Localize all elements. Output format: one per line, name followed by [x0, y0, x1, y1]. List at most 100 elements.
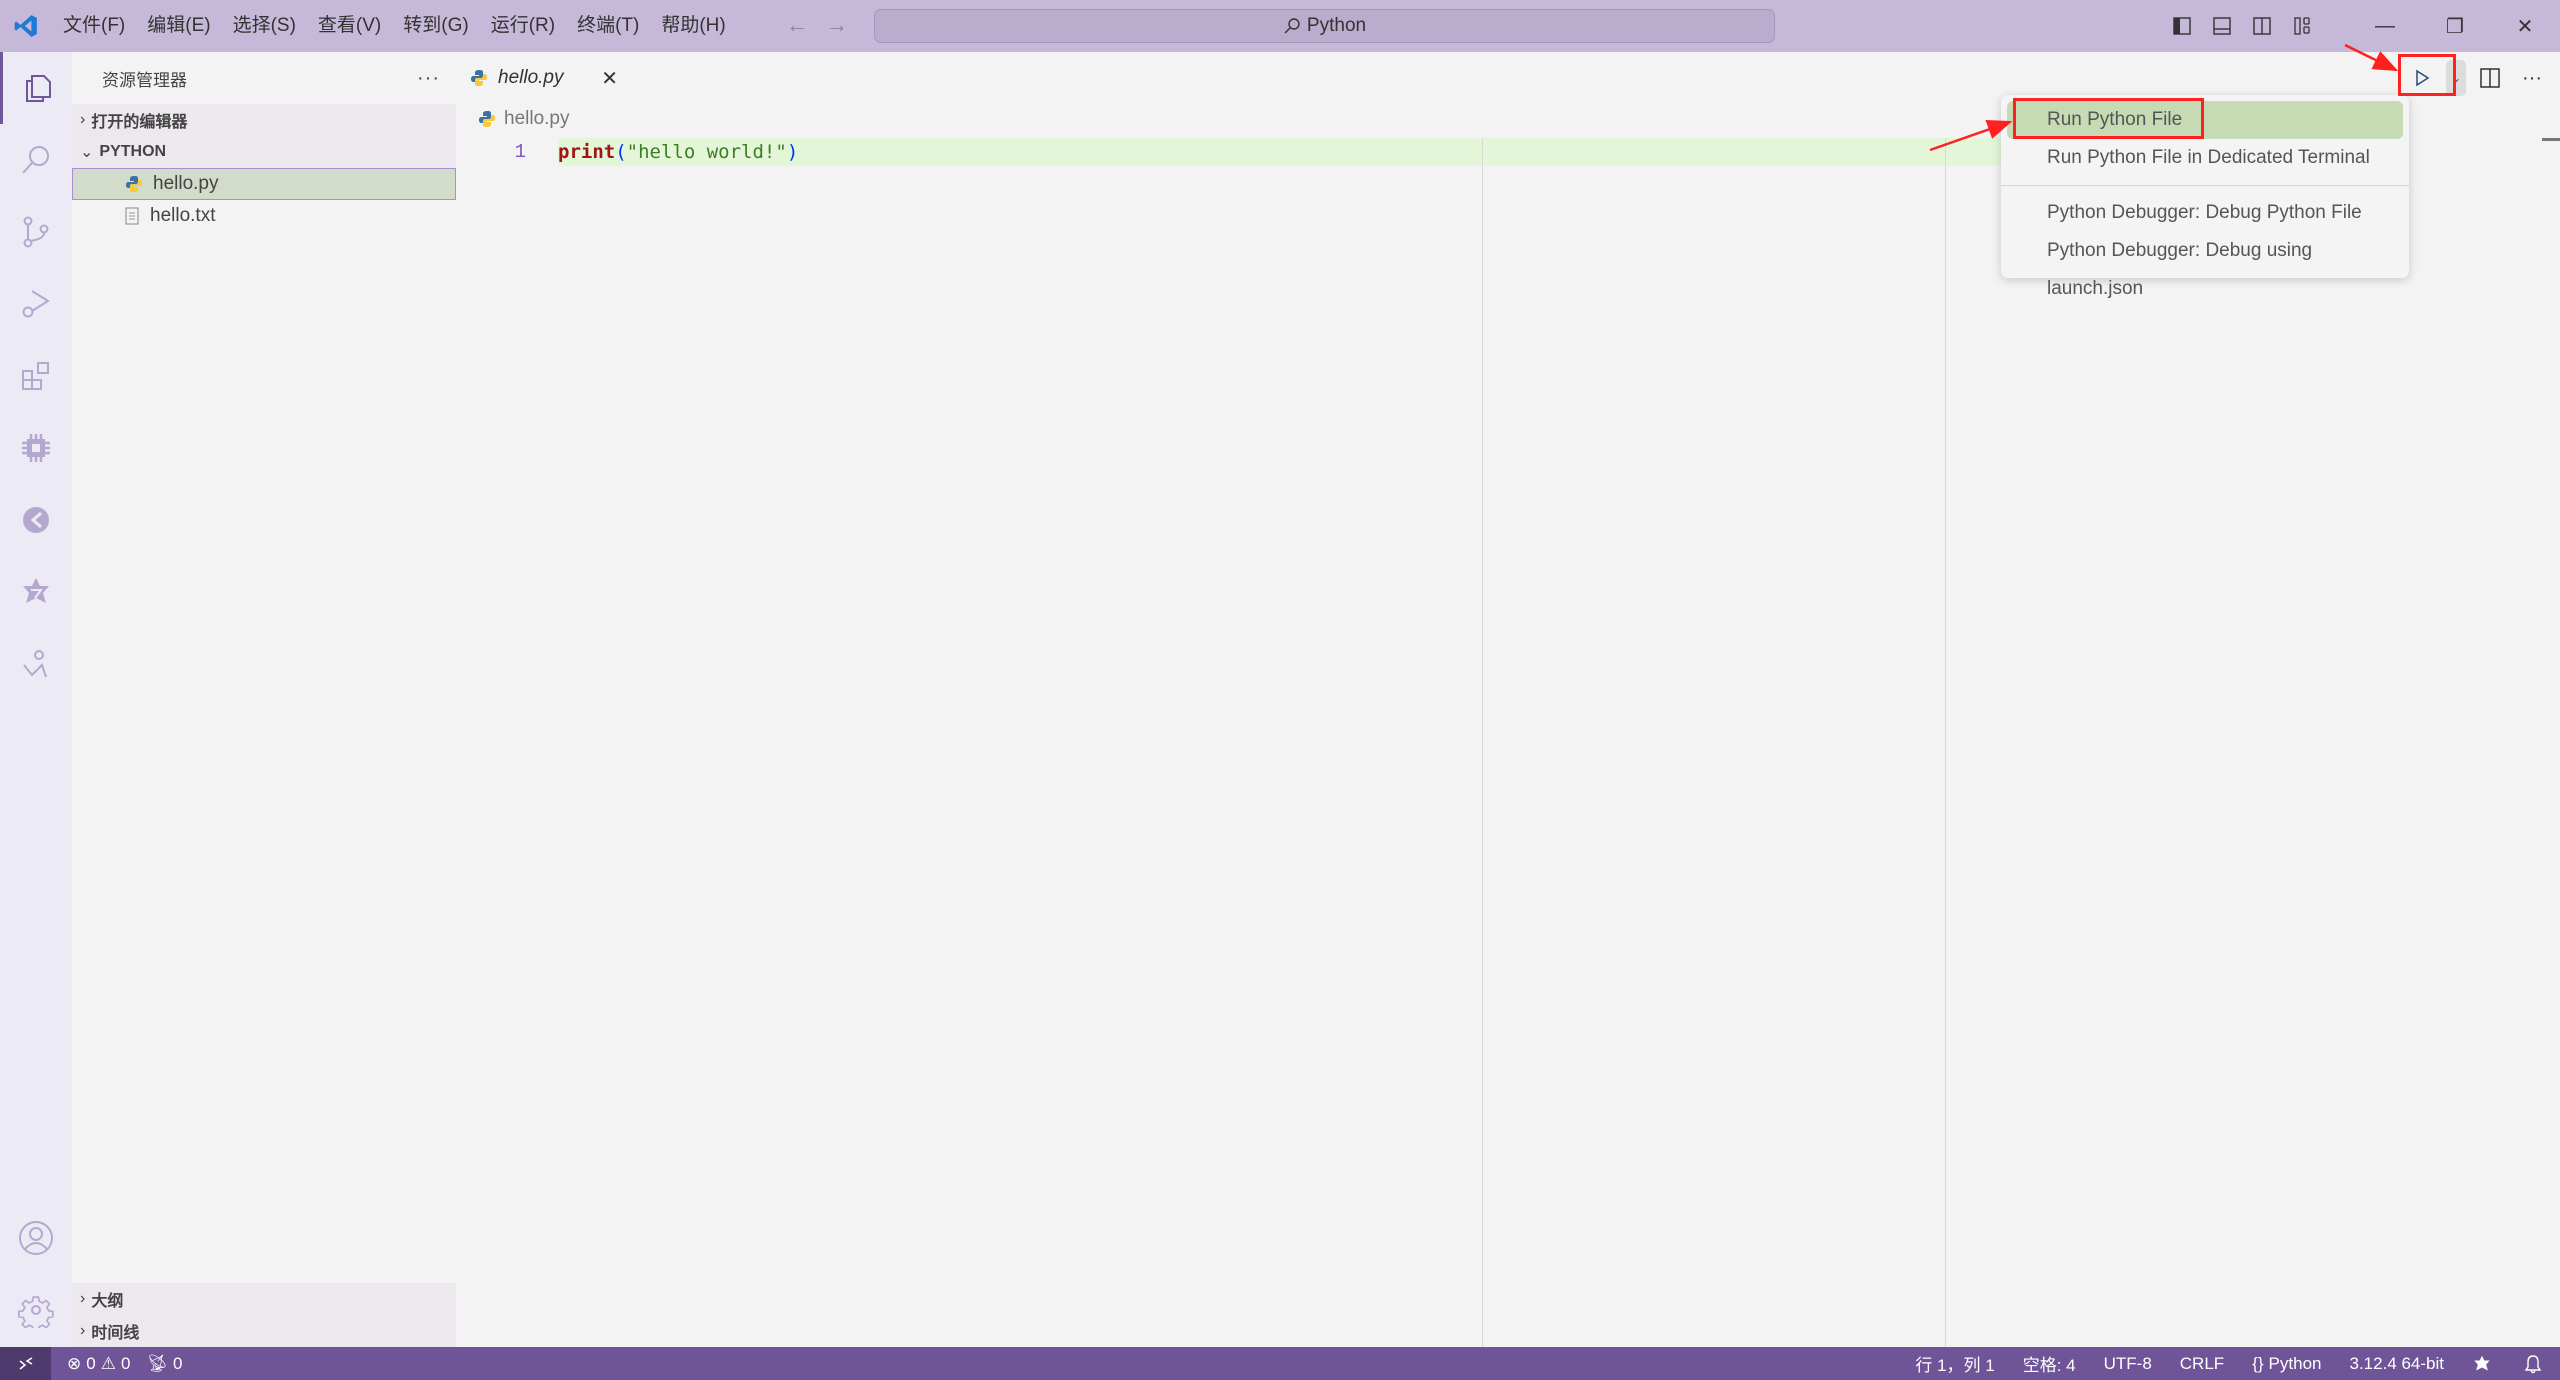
search-icon: [1284, 18, 1300, 34]
menu-item-debug-launch-json[interactable]: Python Debugger: Debug using launch.json: [2007, 232, 2403, 299]
menu-run[interactable]: 运行(R): [480, 8, 566, 44]
python-icon: [479, 111, 495, 127]
notifications-bell-icon[interactable]: [2506, 1347, 2560, 1380]
folder-label: PYTHON: [99, 143, 167, 160]
vscode-logo-icon: [0, 0, 52, 52]
line-number: 1: [514, 141, 526, 163]
chevron-right-icon: ›: [80, 1290, 86, 1307]
command-center-search[interactable]: Python: [874, 9, 1775, 43]
menu-item-run-dedicated-terminal[interactable]: Run Python File in Dedicated Terminal: [2007, 139, 2403, 177]
language-label: Python: [2268, 1353, 2322, 1373]
python-icon: [126, 176, 142, 192]
warning-count: 0: [120, 1353, 131, 1373]
toggle-panel-icon[interactable]: [2202, 0, 2242, 52]
explorer-icon[interactable]: [0, 52, 72, 124]
code-token-paren: (: [615, 141, 627, 163]
code-line[interactable]: print("hello world!"): [558, 138, 798, 166]
file-name: hello.py: [153, 173, 219, 194]
menu-bar: 文件(F) 编辑(E) 选择(S) 查看(V) 转到(G) 运行(R) 终端(T…: [52, 0, 737, 52]
minimap-slider[interactable]: [2542, 138, 2560, 141]
outline-section[interactable]: › 大纲: [72, 1283, 456, 1315]
close-tab-icon[interactable]: ✕: [601, 66, 618, 91]
code-token-string: "hello world!": [626, 141, 787, 163]
forward-arrow-icon[interactable]: →: [826, 12, 848, 38]
chip-icon[interactable]: [0, 412, 72, 484]
file-item-hello-txt[interactable]: hello.txt: [72, 200, 456, 232]
toggle-secondary-sidebar-icon[interactable]: [2242, 0, 2282, 52]
restore-button[interactable]: ❐: [2420, 0, 2490, 52]
code-token-paren: ): [786, 141, 799, 163]
broadcast-icon: 📡︎: [146, 1353, 169, 1373]
annotation-box-run-item: [2013, 98, 2204, 139]
breadcrumb: hello.py: [478, 108, 570, 130]
editor-more-actions-icon[interactable]: ···: [2514, 60, 2550, 96]
encoding[interactable]: UTF-8: [2090, 1347, 2166, 1380]
title-bar: 文件(F) 编辑(E) 选择(S) 查看(V) 转到(G) 运行(R) 终端(T…: [0, 0, 2560, 52]
menu-terminal[interactable]: 终端(T): [566, 8, 650, 44]
editor-ruler: [1945, 138, 1946, 1347]
tab-hello-py[interactable]: hello.py ✕: [456, 52, 632, 104]
open-editors-label: 打开的编辑器: [91, 114, 188, 131]
sidebar-title: 资源管理器: [102, 70, 187, 90]
file-name: hello.txt: [150, 205, 216, 226]
back-arrow-icon[interactable]: ←: [786, 12, 808, 38]
menu-go[interactable]: 转到(G): [392, 8, 479, 44]
python-interpreter[interactable]: 3.12.4 64-bit: [2335, 1347, 2458, 1380]
settings-gear-icon[interactable]: [0, 1274, 72, 1346]
menu-edit[interactable]: 编辑(E): [136, 8, 221, 44]
menu-view[interactable]: 查看(V): [307, 8, 392, 44]
problems-indicator[interactable]: ⊗ 0 ⚠ 0: [59, 1347, 138, 1380]
timeline-label: 时间线: [91, 1325, 140, 1342]
close-window-button[interactable]: ✕: [2490, 0, 2560, 52]
customize-layout-icon[interactable]: [2282, 0, 2322, 52]
file-item-hello-py[interactable]: hello.py: [72, 168, 456, 200]
text-file-icon: [125, 207, 139, 225]
accounts-icon[interactable]: [0, 1202, 72, 1274]
run-and-debug-icon[interactable]: [0, 268, 72, 340]
ports-indicator[interactable]: 📡︎ 0: [138, 1347, 190, 1380]
outline-label: 大纲: [91, 1293, 124, 1310]
toggle-primary-sidebar-icon[interactable]: [2162, 0, 2202, 52]
breadcrumb-file[interactable]: hello.py: [504, 108, 570, 130]
braces-icon: {}: [2252, 1353, 2264, 1373]
explorer-sidebar: 资源管理器 ··· › 打开的编辑器 ⌄ PYTHON hello.py hel…: [72, 52, 456, 1347]
indentation[interactable]: 空格: 4: [2009, 1347, 2090, 1380]
remote-explorer-icon[interactable]: [0, 484, 72, 556]
command-center-text: Python: [1306, 15, 1367, 36]
end-of-line[interactable]: CRLF: [2166, 1347, 2238, 1380]
menu-separator: [2001, 185, 2409, 186]
annotation-box-run-button: [2398, 54, 2456, 96]
chevron-down-icon: ⌄: [80, 144, 94, 161]
menu-selection[interactable]: 选择(S): [222, 8, 307, 44]
open-editors-section[interactable]: › 打开的编辑器: [72, 104, 456, 136]
timeline-section[interactable]: › 时间线: [72, 1315, 456, 1347]
status-bar: ⊗ 0 ⚠ 0 📡︎ 0 行 1，列 1 空格: 4 UTF-8 CRLF {}…: [0, 1347, 2560, 1380]
cursor-position[interactable]: 行 1，列 1: [1901, 1347, 2008, 1380]
error-count: 0: [86, 1353, 96, 1373]
activity-bar: [0, 52, 72, 1347]
language-mode[interactable]: {} Python: [2238, 1347, 2335, 1380]
menu-file[interactable]: 文件(F): [52, 8, 136, 44]
python-icon: [471, 70, 487, 86]
chevron-right-icon: ›: [80, 111, 86, 128]
ports-count: 0: [173, 1353, 183, 1373]
warning-icon: ⚠: [100, 1353, 116, 1373]
search-icon[interactable]: [0, 124, 72, 196]
chevron-right-icon: ›: [80, 1322, 86, 1339]
more-actions-icon[interactable]: ···: [417, 67, 440, 90]
menu-help[interactable]: 帮助(H): [650, 8, 736, 44]
extensions-icon[interactable]: [0, 340, 72, 412]
remote-indicator-icon[interactable]: [0, 1347, 51, 1380]
error-icon: ⊗: [67, 1353, 82, 1373]
tab-label: hello.py: [498, 67, 564, 88]
extension-figure-icon[interactable]: [0, 628, 72, 700]
extension-status-icon[interactable]: [2458, 1347, 2506, 1380]
extension-star-icon[interactable]: [0, 556, 72, 628]
editor-ruler: [1482, 138, 1483, 1347]
split-editor-icon[interactable]: [2472, 60, 2508, 96]
menu-item-debug-python-file[interactable]: Python Debugger: Debug Python File: [2007, 194, 2403, 232]
source-control-icon[interactable]: [0, 196, 72, 268]
minimize-button[interactable]: —: [2350, 0, 2420, 52]
code-token-function: print: [558, 141, 616, 163]
folder-section[interactable]: ⌄ PYTHON: [72, 136, 456, 168]
